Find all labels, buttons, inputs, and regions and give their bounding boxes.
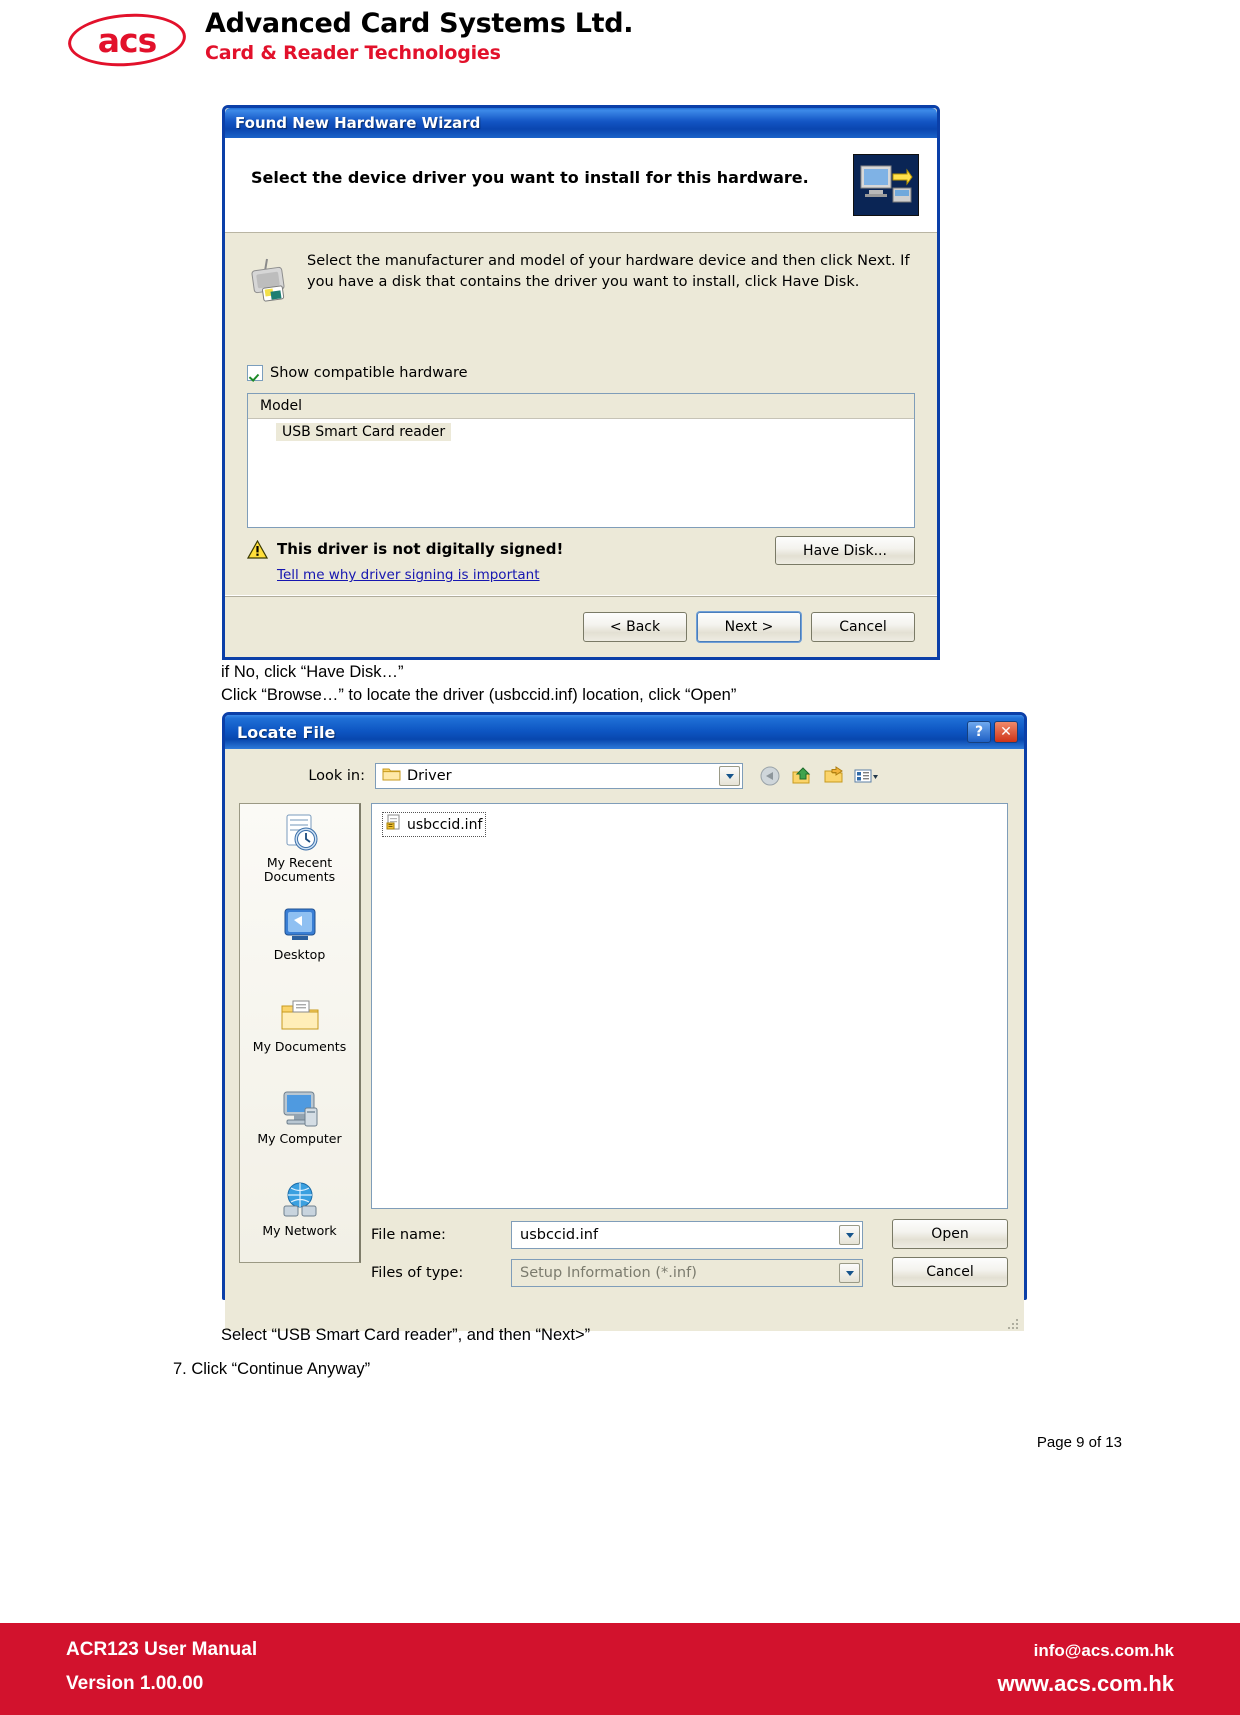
caption-line-4: 7. Click “Continue Anyway” xyxy=(173,1360,371,1378)
file-list-item[interactable]: usbccid.inf xyxy=(382,812,487,837)
document-page: acs Advanced Card Systems Ltd. Card & Re… xyxy=(0,0,1240,1715)
my-computer-icon xyxy=(278,1088,322,1130)
acs-logo: acs xyxy=(66,8,188,71)
views-icon[interactable] xyxy=(853,764,879,788)
place-my-documents[interactable]: My Documents xyxy=(240,988,359,1080)
hardware-wizard-banner-icon xyxy=(853,154,919,216)
file-name-input[interactable]: usbccid.inf xyxy=(511,1221,863,1249)
back-button[interactable]: < Back xyxy=(583,611,687,642)
caption-buttons: ? ✕ xyxy=(967,721,1018,743)
show-compatible-hardware-checkbox-row[interactable]: Show compatible hardware xyxy=(247,365,468,381)
locate-file-title: Locate File xyxy=(237,722,336,742)
file-name-field-label: File name: xyxy=(371,1227,446,1243)
locate-cancel-button[interactable]: Cancel xyxy=(892,1257,1008,1287)
file-name-label: usbccid.inf xyxy=(407,816,483,833)
wizard-body: Select the manufacturer and model of you… xyxy=(225,233,937,623)
found-new-hardware-wizard-dialog: Found New Hardware Wizard Select the dev… xyxy=(222,105,940,660)
look-in-row: Look in: Driver xyxy=(225,763,1024,789)
places-bar: My Recent Documents Desktop My Documents… xyxy=(239,803,361,1263)
wizard-footer: < Back Next > Cancel xyxy=(225,595,937,657)
place-label: Desktop xyxy=(273,947,326,962)
file-list-pane[interactable]: usbccid.inf xyxy=(371,803,1008,1209)
open-button[interactable]: Open xyxy=(892,1219,1008,1249)
locate-file-actions: Open Cancel xyxy=(892,1219,1008,1295)
caption-line-1: if No, click “Have Disk…” xyxy=(221,663,404,681)
driver-signing-link[interactable]: Tell me why driver signing is important xyxy=(277,567,540,583)
footer-email[interactable]: info@acs.com.hk xyxy=(1034,1641,1174,1661)
have-disk-button[interactable]: Have Disk... xyxy=(775,536,915,565)
place-label: My Recent Documents xyxy=(263,855,336,884)
next-button[interactable]: Next > xyxy=(697,611,801,642)
chevron-down-icon[interactable] xyxy=(719,766,740,786)
logo-wordmark: acs xyxy=(97,20,157,60)
footer-version: Version 1.00.00 xyxy=(66,1673,204,1694)
folder-icon xyxy=(382,766,401,786)
wizard-header-panel: Select the device driver you want to ins… xyxy=(225,138,937,233)
file-name-row: File name: usbccid.inf xyxy=(371,1221,863,1249)
chevron-down-icon[interactable] xyxy=(839,1225,860,1245)
caption-line-2: Click “Browse…” to locate the driver (us… xyxy=(221,686,737,704)
driver-signing-warning: This driver is not digitally signed! Tel… xyxy=(246,539,564,584)
files-of-type-label: Files of type: xyxy=(371,1265,464,1281)
footer-website[interactable]: www.acs.com.hk xyxy=(998,1671,1174,1697)
place-label: My Network xyxy=(262,1223,337,1238)
company-tagline: Card & Reader Technologies xyxy=(205,42,501,64)
place-label: My Computer xyxy=(257,1131,342,1146)
locate-file-toolbar xyxy=(757,764,879,788)
files-of-type-select[interactable]: Setup Information (*.inf) xyxy=(511,1259,863,1287)
show-compatible-hardware-label: Show compatible hardware xyxy=(270,365,468,381)
warning-triangle-icon xyxy=(246,539,269,564)
resize-grip-icon[interactable] xyxy=(1008,1316,1020,1329)
locate-file-titlebar: Locate File ? ✕ xyxy=(225,715,1024,749)
warning-title: This driver is not digitally signed! xyxy=(277,540,564,558)
brand-block: Advanced Card Systems Ltd. Card & Reader… xyxy=(205,8,634,65)
file-name-value: usbccid.inf xyxy=(520,1227,599,1243)
back-icon[interactable] xyxy=(757,764,783,788)
new-folder-icon[interactable] xyxy=(821,764,847,788)
model-list[interactable]: Model USB Smart Card reader xyxy=(247,393,915,528)
desktop-icon xyxy=(278,904,322,946)
page-number: Page 9 of 13 xyxy=(1036,1434,1122,1451)
wizard-heading: Select the device driver you want to ins… xyxy=(251,168,809,187)
locate-file-dialog: Locate File ? ✕ Look in: Driver My Recen… xyxy=(222,712,1027,1331)
company-name: Advanced Card Systems Ltd. xyxy=(205,8,634,39)
files-of-type-row: Files of type: Setup Information (*.inf) xyxy=(371,1259,863,1287)
list-item[interactable]: USB Smart Card reader xyxy=(276,423,452,441)
cancel-button[interactable]: Cancel xyxy=(811,611,915,642)
look-in-value: Driver xyxy=(407,768,452,784)
look-in-combo[interactable]: Driver xyxy=(375,763,743,789)
footer-manual-title: ACR123 User Manual xyxy=(66,1639,258,1660)
locate-file-body: Look in: Driver My Recent Documents Desk… xyxy=(225,749,1024,1331)
place-desktop[interactable]: Desktop xyxy=(240,896,359,988)
chevron-down-icon[interactable] xyxy=(839,1263,860,1283)
caption-line-3: Select “USB Smart Card reader”, and then… xyxy=(221,1326,591,1344)
inf-file-icon xyxy=(386,814,402,835)
wizard-title: Found New Hardware Wizard xyxy=(235,114,481,132)
wizard-description: Select the manufacturer and model of you… xyxy=(307,253,910,290)
wizard-titlebar: Found New Hardware Wizard xyxy=(225,108,937,138)
page-footer-bar: ACR123 User Manual Version 1.00.00 info@… xyxy=(0,1623,1240,1715)
look-in-label: Look in: xyxy=(308,768,365,784)
place-my-recent-documents[interactable]: My Recent Documents xyxy=(240,804,359,896)
model-column-header: Model xyxy=(248,394,914,419)
files-of-type-value: Setup Information (*.inf) xyxy=(520,1265,697,1281)
checkbox-checked-icon[interactable] xyxy=(247,365,263,381)
up-one-level-icon[interactable] xyxy=(789,764,815,788)
place-label: My Documents xyxy=(252,1039,347,1054)
my-documents-icon xyxy=(278,996,322,1038)
place-my-computer[interactable]: My Computer xyxy=(240,1080,359,1172)
help-icon[interactable]: ? xyxy=(967,721,991,743)
place-my-network[interactable]: My Network xyxy=(240,1172,359,1264)
close-icon[interactable]: ✕ xyxy=(994,721,1018,743)
recent-documents-icon xyxy=(278,812,322,854)
my-network-icon xyxy=(278,1180,322,1222)
page-header: acs Advanced Card Systems Ltd. Card & Re… xyxy=(0,0,1240,78)
device-driver-icon xyxy=(245,255,299,307)
